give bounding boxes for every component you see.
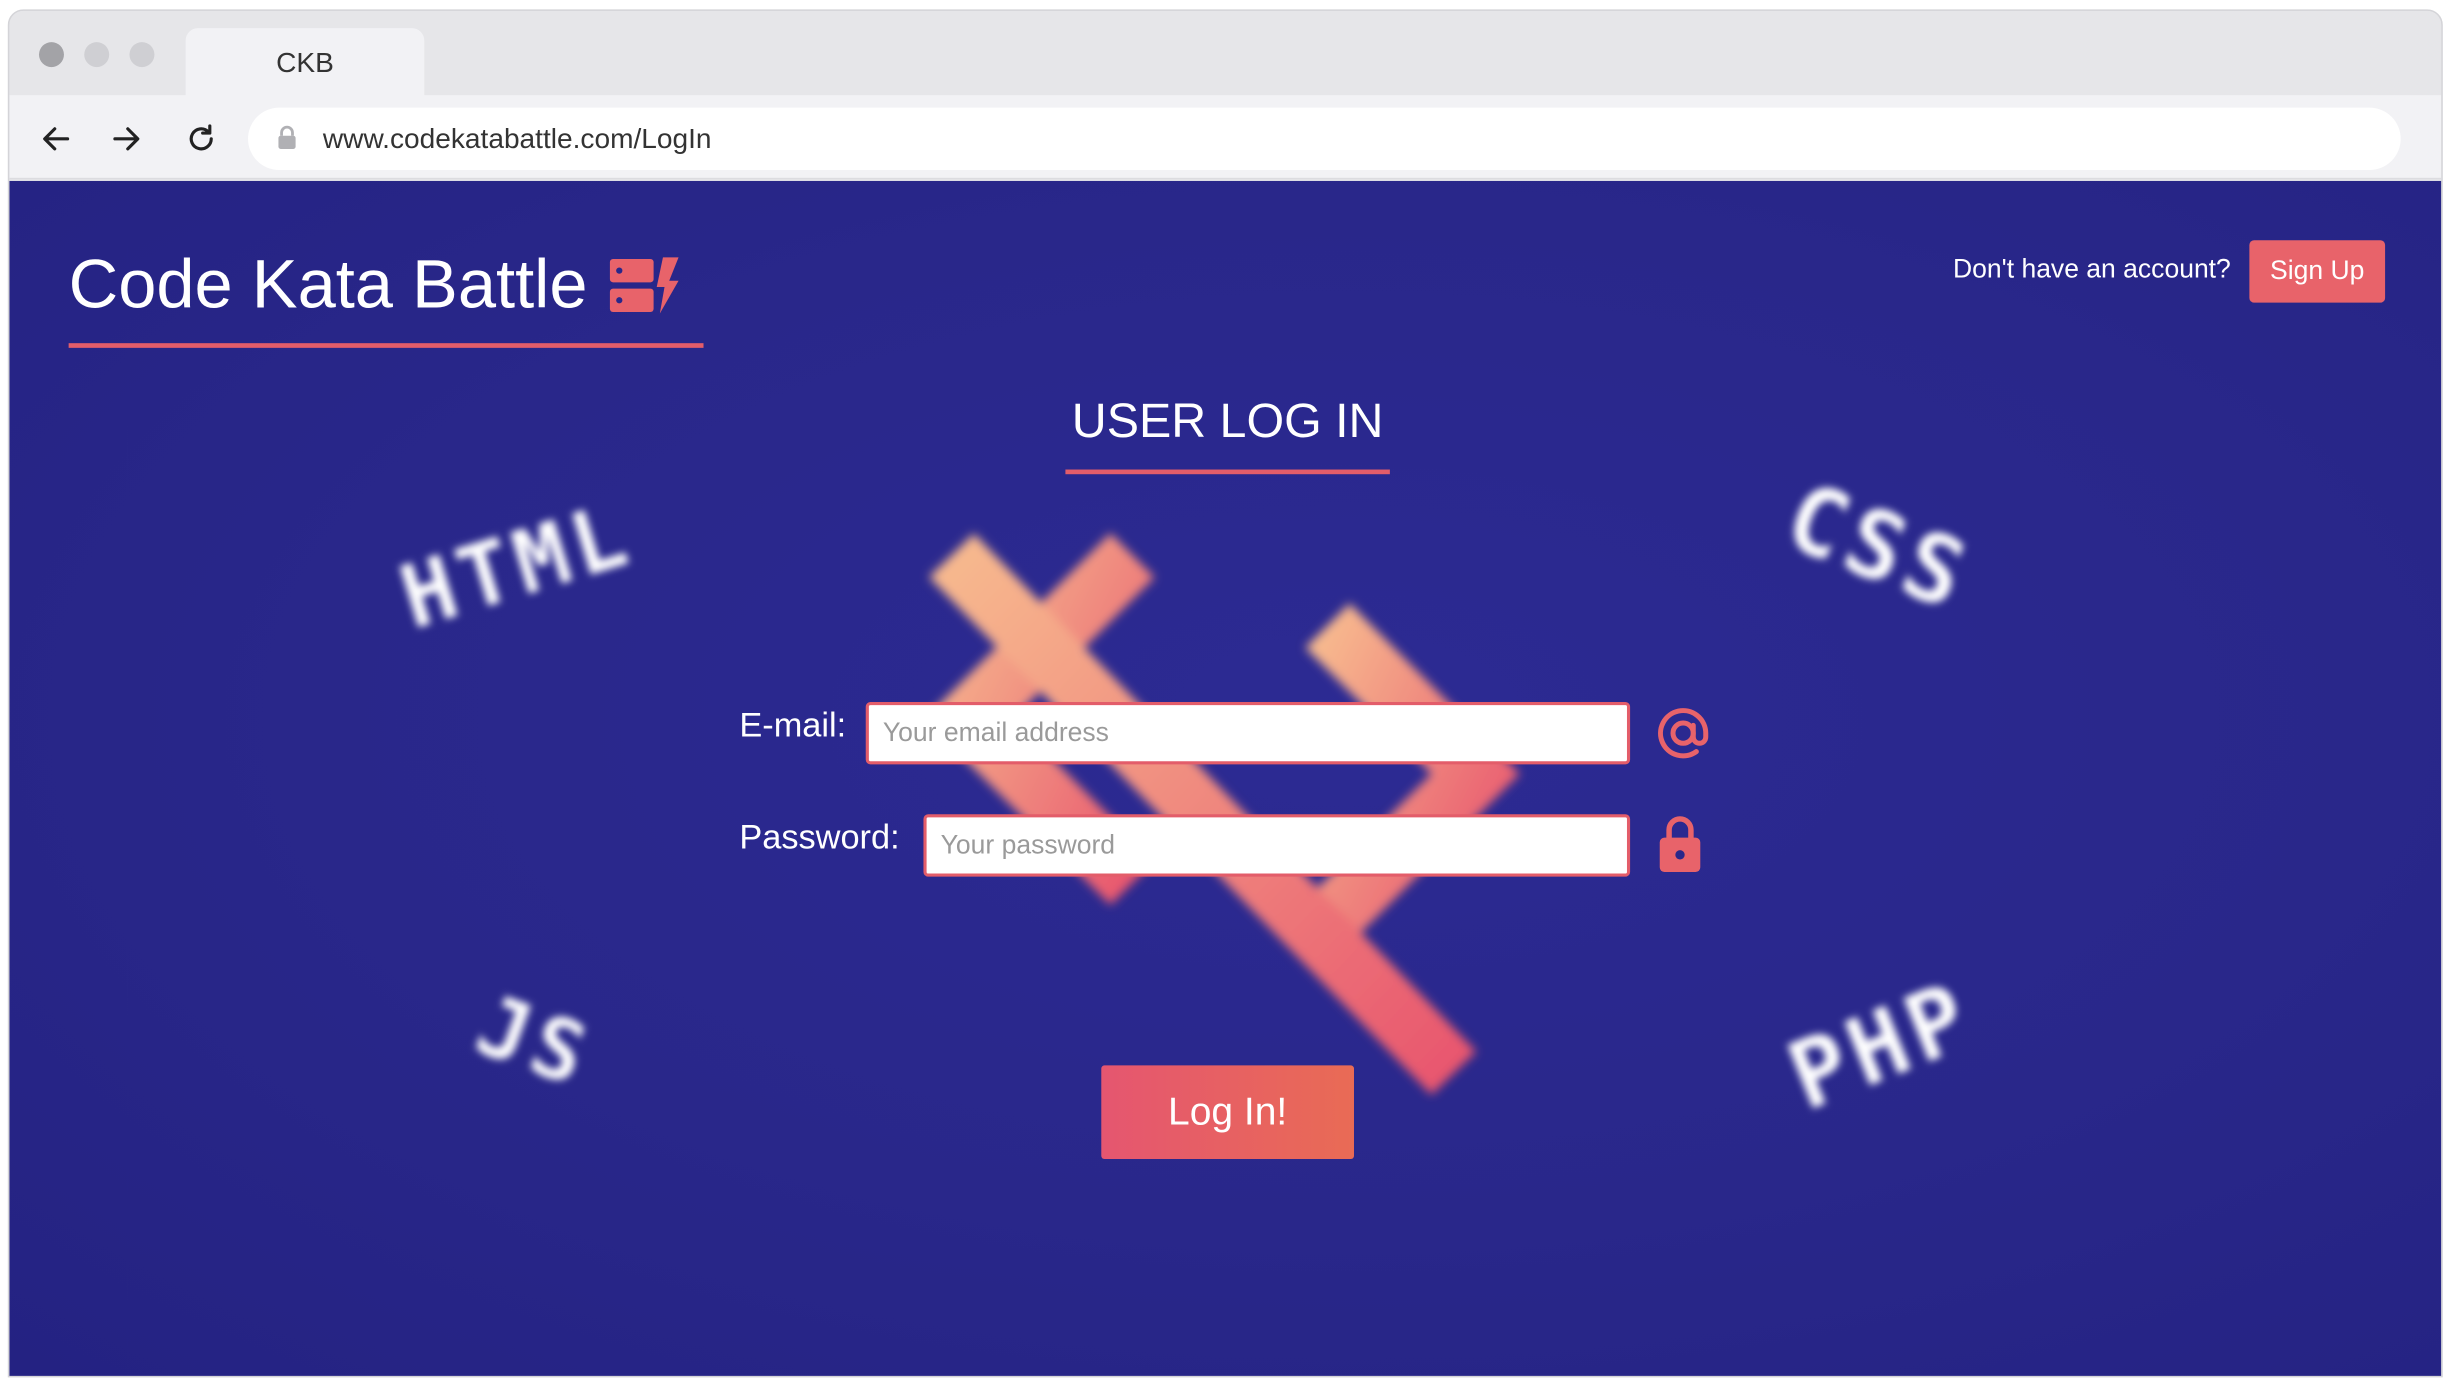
account-prompt: Don't have an account?	[1952, 254, 2231, 284]
ckb-logo-icon	[609, 257, 679, 314]
code-brackets-decoration	[924, 533, 1520, 1095]
url-text: www.codekatabattle.com/LogIn	[322, 123, 712, 155]
browser-tab[interactable]: CKB	[185, 28, 425, 99]
reload-button[interactable]	[183, 120, 220, 157]
browser-window: CKB www.codekatabattle.com/LogIn HTML CS…	[7, 9, 2443, 1378]
sign-up-button[interactable]: Sign Up	[2249, 240, 2386, 303]
email-input[interactable]	[865, 701, 1631, 765]
close-window-button[interactable]	[38, 42, 64, 68]
back-button[interactable]	[37, 120, 74, 157]
forward-button[interactable]	[108, 120, 145, 157]
padlock-icon	[1659, 816, 1701, 872]
login-page: HTML CSS JS PHP Code Kata Battle Don't h…	[9, 180, 2442, 1376]
logo-text: Code Kata Battle	[68, 246, 588, 323]
browser-toolbar: www.codekatabattle.com/LogIn	[9, 95, 2442, 180]
screen: CKB www.codekatabattle.com/LogIn HTML CS…	[0, 0, 2446, 1382]
arrow-right-icon	[113, 127, 140, 151]
password-label: Password:	[739, 817, 900, 857]
reload-icon	[189, 124, 213, 151]
site-logo[interactable]: Code Kata Battle	[69, 246, 682, 324]
tab-bar: CKB	[9, 10, 2442, 99]
email-label: E-mail:	[739, 705, 847, 745]
page-title: USER LOG IN	[1071, 393, 1384, 448]
title-underline	[1065, 469, 1390, 475]
at-sign-icon	[1658, 708, 1709, 759]
lock-icon	[278, 125, 296, 149]
login-button[interactable]: Log In!	[1101, 1065, 1354, 1160]
logo-underline	[68, 343, 704, 348]
arrow-left-icon	[43, 127, 70, 151]
password-input[interactable]	[923, 814, 1631, 877]
maximize-window-button[interactable]	[129, 42, 155, 68]
minimize-window-button[interactable]	[84, 42, 110, 68]
address-bar[interactable]: www.codekatabattle.com/LogIn	[248, 107, 2401, 171]
tab-title: CKB	[276, 46, 334, 78]
